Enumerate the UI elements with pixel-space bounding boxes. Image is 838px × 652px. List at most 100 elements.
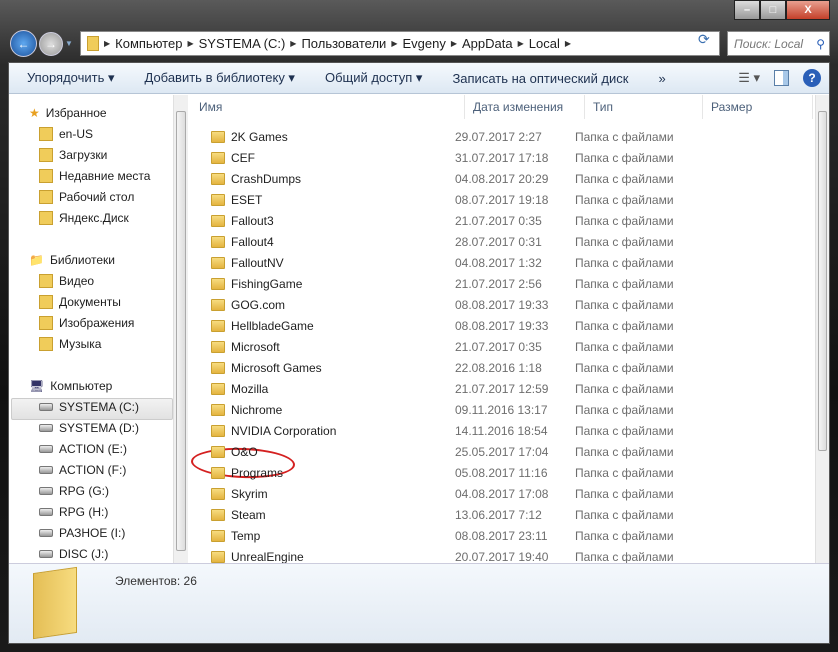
drive-icon [39, 403, 53, 411]
breadcrumb-separator[interactable]: ▶ [187, 39, 193, 48]
nav-item[interactable]: SYSTEMA (D:) [39, 418, 139, 438]
nav-item[interactable]: РАЗНОЕ (I:) [39, 523, 125, 543]
nav-item[interactable]: ACTION (E:) [39, 439, 127, 459]
file-row[interactable]: Fallout3 21.07.2017 0:35 Папка с файлами [191, 210, 815, 231]
folder-icon [39, 148, 53, 162]
file-row[interactable]: GOG.com 08.08.2017 19:33 Папка с файлами [191, 294, 815, 315]
column-date[interactable]: Дата изменения [465, 95, 585, 119]
file-row[interactable]: HellbladeGame 08.08.2017 19:33 Папка с фай… [191, 315, 815, 336]
column-type[interactable]: Тип [585, 95, 703, 119]
file-row[interactable]: Nichrome 09.11.2016 13:17 Папка с файлами [191, 399, 815, 420]
breadcrumb-item[interactable]: AppData [462, 36, 513, 51]
nav-group-favorites[interactable]: ★ Избранное [29, 103, 107, 123]
nav-item[interactable]: Документы [39, 292, 121, 312]
breadcrumb-item[interactable]: Evgeny [402, 36, 445, 51]
nav-item[interactable]: Загрузки [39, 145, 107, 165]
file-row[interactable]: Microsoft 21.07.2017 0:35 Папка с файлами [191, 336, 815, 357]
file-row[interactable]: ESET 08.07.2017 19:18 Папка с файлами [191, 189, 815, 210]
file-row[interactable]: NVIDIA Corporation 14.11.2016 18:54 Папка … [191, 420, 815, 441]
file-name-cell: ESET [191, 193, 445, 207]
file-date: 21.07.2017 2:56 [455, 276, 542, 291]
share-button[interactable]: Общий доступ ▾ [325, 70, 422, 86]
breadcrumb-separator[interactable]: ▶ [391, 39, 397, 48]
content-scroll-thumb[interactable] [818, 111, 827, 451]
drive-icon [39, 424, 53, 432]
nav-item[interactable]: Изображения [39, 313, 134, 333]
nav-item[interactable]: Видео [39, 271, 94, 291]
breadcrumb-item[interactable]: SYSTEMA (C:) [199, 36, 286, 51]
file-row[interactable]: FishingGame 21.07.2017 2:56 Папка с файлам… [191, 273, 815, 294]
column-name[interactable]: Имя [191, 95, 465, 119]
nav-item[interactable]: RPG (H:) [39, 502, 108, 522]
command-bar: Упорядочить ▾ Добавить в библиотеку ▾ Об… [9, 63, 829, 94]
breadcrumb-separator[interactable]: ▶ [451, 39, 457, 48]
nav-item[interactable]: SYSTEMA (C:) [39, 397, 139, 417]
file-row[interactable]: Steam 13.06.2017 7:12 Папка с файлами [191, 504, 815, 525]
breadcrumb-separator[interactable]: ▶ [104, 39, 110, 48]
file-row[interactable]: Mozilla 21.07.2017 12:59 Папка с файлами [191, 378, 815, 399]
file-name-cell: UnrealEngine [191, 550, 445, 564]
folder-icon [211, 130, 225, 143]
file-row[interactable]: Fallout4 28.07.2017 0:31 Папка с файлами [191, 231, 815, 252]
file-row[interactable]: Temp 08.08.2017 23:11 Папка с файлами [191, 525, 815, 546]
file-row[interactable]: Programs 05.08.2017 11:16 Папка с файлами [191, 462, 815, 483]
nav-item[interactable]: DISC (J:) [39, 544, 108, 564]
file-type: Папка с файлами [575, 276, 674, 291]
content-scrollbar[interactable] [815, 95, 829, 563]
breadcrumb-separator[interactable]: ▶ [518, 39, 524, 48]
file-row[interactable]: 2K Games 29.07.2017 2:27 Папка с файлами [191, 126, 815, 147]
file-name: Mozilla [231, 381, 269, 396]
file-type: Папка с файлами [575, 213, 674, 228]
nav-item[interactable]: RPG (G:) [39, 481, 109, 501]
minimize-button[interactable]: – [734, 0, 760, 20]
file-row[interactable]: CrashDumps 04.08.2017 20:29 Папка с файлам… [191, 168, 815, 189]
nav-item[interactable]: Яндекс.Диск [39, 208, 129, 228]
nav-group-libraries[interactable]: 📁 Библиотеки [29, 250, 115, 270]
organize-button[interactable]: Упорядочить ▾ [27, 70, 115, 86]
search-input[interactable]: Поиск: Local ⚲ [727, 31, 830, 56]
add-to-library-button[interactable]: Добавить в библиотеку ▾ [145, 70, 295, 86]
nav-scroll-thumb[interactable] [176, 111, 186, 551]
nav-item[interactable]: Недавние места [39, 166, 150, 186]
breadcrumb-item[interactable]: Local [529, 36, 560, 51]
drive-icon [39, 529, 53, 537]
more-button[interactable]: » [658, 71, 665, 86]
file-name-cell: Programs [191, 466, 445, 480]
refresh-icon[interactable]: ⟳ [698, 31, 710, 48]
nav-item[interactable]: ACTION (F:) [39, 460, 126, 480]
close-button[interactable]: X [786, 0, 830, 20]
view-options-icon[interactable]: ☰ ▾ [738, 70, 760, 86]
maximize-button[interactable]: □ [760, 0, 786, 20]
breadcrumb-item[interactable]: Пользователи [301, 36, 386, 51]
details-pane: Элементов: 26 [9, 563, 829, 643]
history-dropdown-icon[interactable]: ▼ [65, 39, 73, 48]
breadcrumb-separator[interactable]: ▶ [565, 39, 571, 48]
folder-icon [211, 382, 225, 395]
nav-scrollbar[interactable] [173, 95, 188, 563]
nav-item[interactable]: en-US [39, 124, 93, 144]
file-name-cell: CEF [191, 151, 445, 165]
file-row[interactable]: CEF 31.07.2017 17:18 Папка с файлами [191, 147, 815, 168]
back-button[interactable]: ← [10, 30, 37, 57]
folder-icon [211, 550, 225, 563]
address-bar[interactable]: ▶ Компьютер ▶ SYSTEMA (C:) ▶ Пользователи ▶ Evg… [80, 31, 720, 56]
file-type: Папка с файлами [575, 339, 674, 354]
file-name-cell: Fallout4 [191, 235, 445, 249]
file-row[interactable]: Microsoft Games 22.08.2016 1:18 Папка с фа… [191, 357, 815, 378]
nav-item[interactable]: Музыка [39, 334, 101, 354]
file-type: Папка с файлами [575, 444, 674, 459]
file-row[interactable]: O&O 25.05.2017 17:04 Папка с файлами [191, 441, 815, 462]
drive-icon [39, 487, 53, 495]
preview-pane-icon[interactable] [774, 70, 789, 86]
help-icon[interactable]: ? [803, 69, 821, 87]
file-row[interactable]: Skyrim 04.08.2017 17:08 Папка с файлами [191, 483, 815, 504]
breadcrumb-item[interactable]: Компьютер [115, 36, 182, 51]
nav-item[interactable]: Рабочий стол [39, 187, 134, 207]
burn-button[interactable]: Записать на оптический диск [452, 71, 628, 86]
breadcrumb-separator[interactable]: ▶ [290, 39, 296, 48]
file-row[interactable]: FalloutNV 04.08.2017 1:32 Папка с файлами [191, 252, 815, 273]
column-size[interactable]: Размер [703, 95, 813, 119]
file-date: 25.05.2017 17:04 [455, 444, 549, 459]
nav-group-computer[interactable]: 🖥 Компьютер [29, 376, 112, 396]
forward-button[interactable]: → [39, 31, 63, 56]
